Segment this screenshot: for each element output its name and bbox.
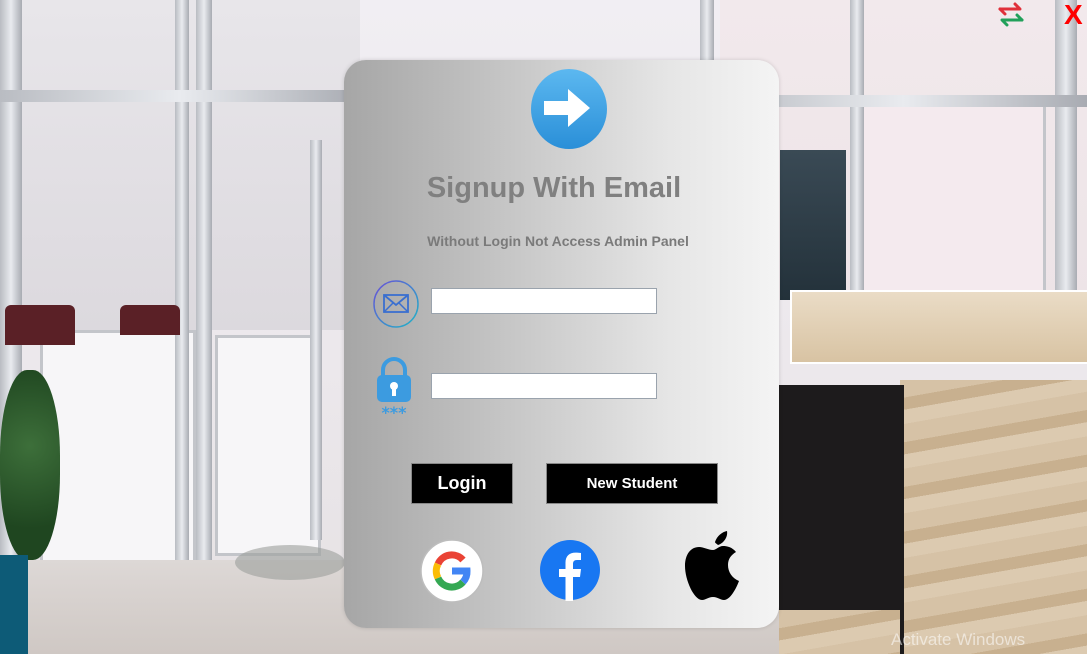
page-title: Signup With Email [426,172,682,204]
email-input[interactable] [431,288,657,314]
apple-icon[interactable] [684,530,742,604]
login-card: Signup With Email Without Login Not Acce… [344,60,779,628]
password-input[interactable] [431,373,657,399]
os-activation-watermark: Activate Windows [891,630,1026,649]
close-icon[interactable]: X [1064,0,1087,30]
login-button[interactable]: Login [411,463,513,504]
page-subtitle: Without Login Not Access Admin Panel [427,233,689,249]
google-icon[interactable] [420,538,484,604]
facebook-icon[interactable] [539,539,601,601]
mail-icon [372,279,420,329]
new-student-button[interactable]: New Student [546,463,718,504]
arrow-right-circle-icon [530,68,608,150]
swap-arrows-icon[interactable] [996,0,1026,30]
svg-text:***: *** [381,403,407,418]
lock-icon: *** [374,356,414,422]
